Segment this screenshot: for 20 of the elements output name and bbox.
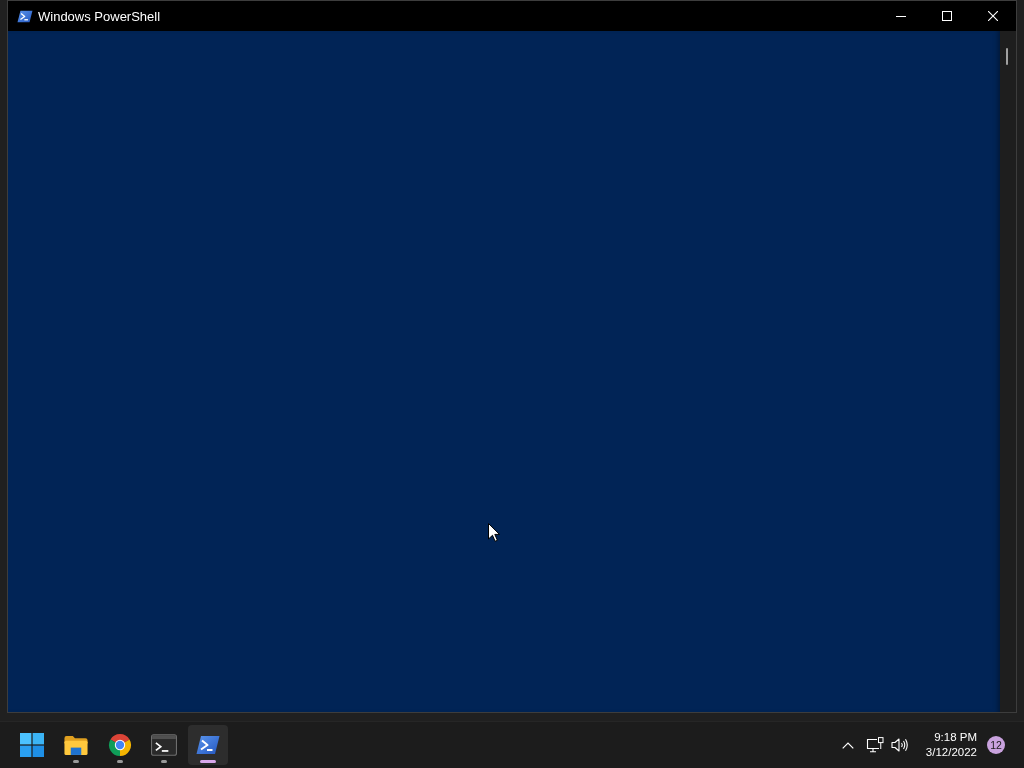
clock-date: 3/12/2022 <box>925 745 977 760</box>
notification-badge: 12 <box>987 736 1005 754</box>
taskbar-app-button[interactable] <box>188 725 228 765</box>
browser-icon <box>108 733 132 757</box>
folder-icon <box>63 734 89 756</box>
scrollbar-thumb[interactable] <box>1006 48 1008 65</box>
shell-prompt-icon <box>17 9 33 23</box>
speaker-icon <box>891 738 909 752</box>
minimize-icon <box>896 15 906 17</box>
terminal-icon <box>151 734 177 756</box>
maximize-icon <box>942 11 952 21</box>
window-title: Windows PowerShell <box>38 8 161 24</box>
clock-time: 9:18 PM <box>934 730 977 745</box>
windows-logo-icon <box>20 733 44 757</box>
close-icon <box>988 11 998 21</box>
chevron-up-icon <box>842 741 854 749</box>
vertical-scrollbar[interactable] <box>1000 31 1016 712</box>
mouse-pointer-icon <box>488 523 500 542</box>
shell-prompt-icon <box>196 735 220 755</box>
network-icon <box>866 737 884 753</box>
